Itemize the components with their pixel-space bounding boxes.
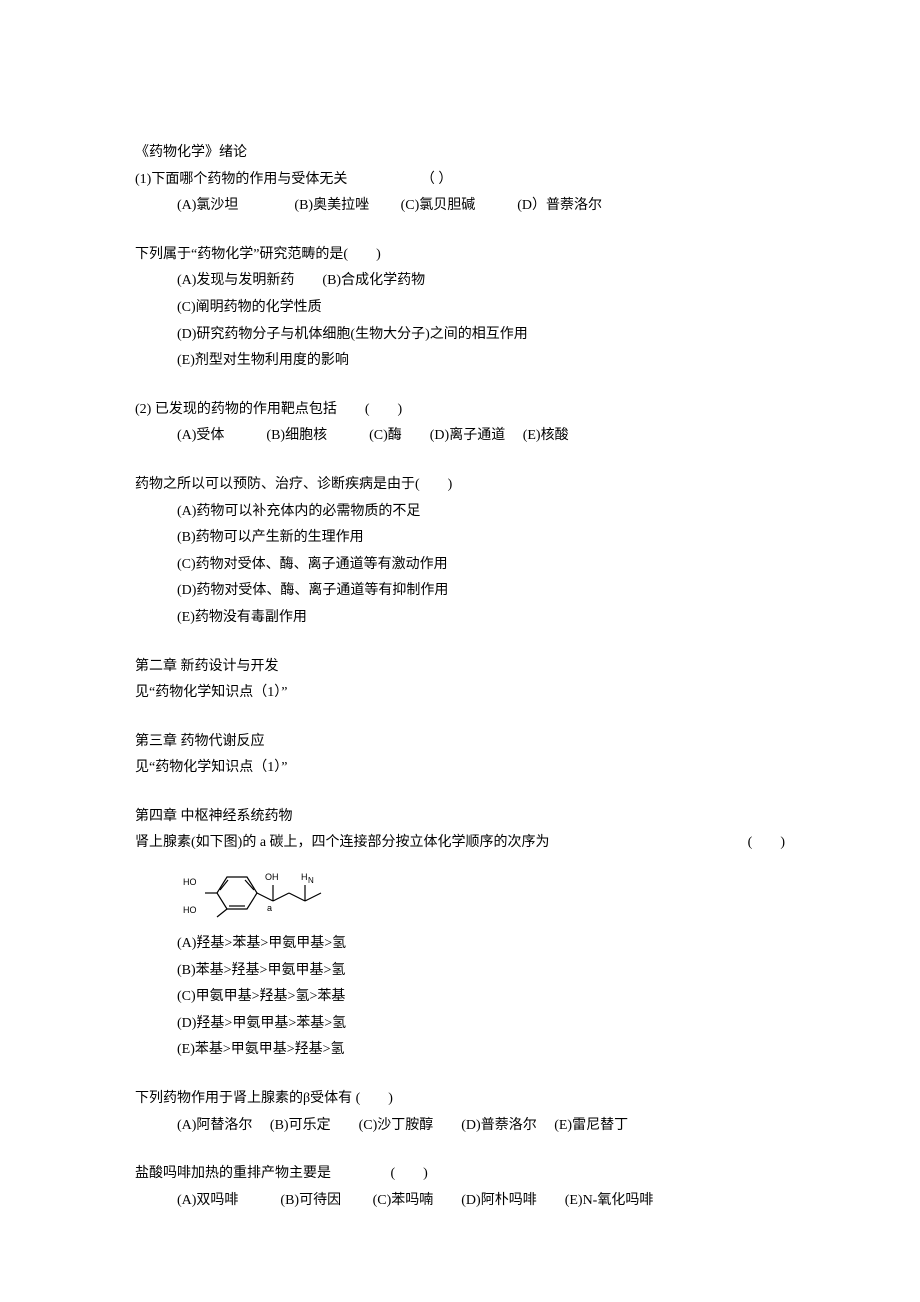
q1-stem: (1)下面哪个药物的作用与受体无关 bbox=[135, 172, 347, 187]
label-n: N bbox=[308, 876, 314, 885]
ch3-title: 第三章 药物代谢反应 bbox=[135, 729, 785, 756]
ch2-line: 见“药物化学知识点（1）” bbox=[135, 680, 785, 707]
label-h: H bbox=[301, 872, 308, 882]
q2: 下列属于“药物化学”研究范畴的是( ) (A)发现与发明新药 (B)合成化学药物… bbox=[135, 242, 785, 375]
ch4-q1-stem: 肾上腺素(如下图)的 a 碳上，四个连接部分按立体化学顺序的次序为 bbox=[135, 830, 550, 857]
q4-a: (A)药物可以补充体内的必需物质的不足 bbox=[135, 499, 785, 526]
ch4-q3-stem: 盐酸吗啡加热的重排产物主要是 ( ) bbox=[135, 1161, 785, 1188]
ch2-title: 第二章 新药设计与开发 bbox=[135, 654, 785, 681]
ch4-q2: 下列药物作用于肾上腺素的β受体有 ( ) (A)阿替洛尔 (B)可乐定 (C)沙… bbox=[135, 1086, 785, 1139]
ch4-q1-blank: ( ) bbox=[748, 830, 785, 857]
section-ch4: 第四章 中枢神经系统药物 肾上腺素(如下图)的 a 碳上，四个连接部分按立体化学… bbox=[135, 804, 785, 1064]
q3-stem: (2) 已发现的药物的作用靶点包括 ( ) bbox=[135, 397, 785, 424]
ch4-q2-options: (A)阿替洛尔 (B)可乐定 (C)沙丁胺醇 (D)普萘洛尔 (E)雷尼替丁 bbox=[135, 1113, 785, 1140]
ch4-q1-d: (D)羟基>甲氨甲基>苯基>氢 bbox=[135, 1011, 785, 1038]
ch4-q1-a: (A)羟基>苯基>甲氨甲基>氢 bbox=[135, 931, 785, 958]
q4-e: (E)药物没有毒副作用 bbox=[135, 605, 785, 632]
q2-d: (D)研究药物分子与机体细胞(生物大分子)之间的相互作用 bbox=[135, 322, 785, 349]
q4-c: (C)药物对受体、酶、离子通道等有激动作用 bbox=[135, 552, 785, 579]
section-ch3: 第三章 药物代谢反应 见“药物化学知识点（1）” bbox=[135, 729, 785, 782]
q3: (2) 已发现的药物的作用靶点包括 ( ) (A)受体 (B)细胞核 (C)酶 … bbox=[135, 397, 785, 450]
ch4-q1-row: 肾上腺素(如下图)的 a 碳上，四个连接部分按立体化学顺序的次序为 ( ) bbox=[135, 830, 785, 857]
q2-a: (A)发现与发明新药 (B)合成化学药物 bbox=[135, 268, 785, 295]
ch4-q1-e: (E)苯基>甲氨甲基>羟基>氢 bbox=[135, 1037, 785, 1064]
ch4-q3: 盐酸吗啡加热的重排产物主要是 ( ) (A)双吗啡 (B)可待因 (C)苯吗喃 … bbox=[135, 1161, 785, 1214]
q3-options: (A)受体 (B)细胞核 (C)酶 (D)离子通道 (E)核酸 bbox=[135, 423, 785, 450]
q4-b: (B)药物可以产生新的生理作用 bbox=[135, 525, 785, 552]
q4-d: (D)药物对受体、酶、离子通道等有抑制作用 bbox=[135, 578, 785, 605]
intro-title: 《药物化学》绪论 bbox=[135, 140, 785, 167]
ch4-q3-options: (A)双吗啡 (B)可待因 (C)苯吗喃 (D)阿朴吗啡 (E)N-氧化吗啡 bbox=[135, 1188, 785, 1215]
label-oh: OH bbox=[265, 872, 279, 882]
ch3-line: 见“药物化学知识点（1）” bbox=[135, 755, 785, 782]
label-ho2: HO bbox=[183, 905, 197, 915]
q4: 药物之所以可以预防、治疗、诊断疾病是由于( ) (A)药物可以补充体内的必需物质… bbox=[135, 472, 785, 632]
q2-c: (C)阐明药物的化学性质 bbox=[135, 295, 785, 322]
q2-e: (E)剂型对生物利用度的影响 bbox=[135, 348, 785, 375]
epinephrine-structure: HO HO OH H N a bbox=[135, 863, 785, 923]
ch4-q2-stem: 下列药物作用于肾上腺素的β受体有 ( ) bbox=[135, 1086, 785, 1113]
section-ch2: 第二章 新药设计与开发 见“药物化学知识点（1）” bbox=[135, 654, 785, 707]
label-ho1: HO bbox=[183, 877, 197, 887]
ch4-title: 第四章 中枢神经系统药物 bbox=[135, 804, 785, 831]
label-a: a bbox=[267, 903, 272, 913]
ch4-q1-c: (C)甲氨甲基>羟基>氢>苯基 bbox=[135, 984, 785, 1011]
q2-stem: 下列属于“药物化学”研究范畴的是( ) bbox=[135, 242, 785, 269]
ch4-q1-b: (B)苯基>羟基>甲氨甲基>氢 bbox=[135, 958, 785, 985]
q1-row: (1)下面哪个药物的作用与受体无关 （ ） bbox=[135, 167, 785, 194]
q1-blank: （ ） bbox=[421, 172, 453, 187]
q4-stem: 药物之所以可以预防、治疗、诊断疾病是由于( ) bbox=[135, 472, 785, 499]
q1-options: (A)氯沙坦 (B)奥美拉唑 (C)氯贝胆碱 (D）普萘洛尔 bbox=[135, 193, 785, 220]
chem-structure-icon: HO HO OH H N a bbox=[177, 863, 347, 923]
section-intro: 《药物化学》绪论 (1)下面哪个药物的作用与受体无关 （ ） (A)氯沙坦 (B… bbox=[135, 140, 785, 220]
